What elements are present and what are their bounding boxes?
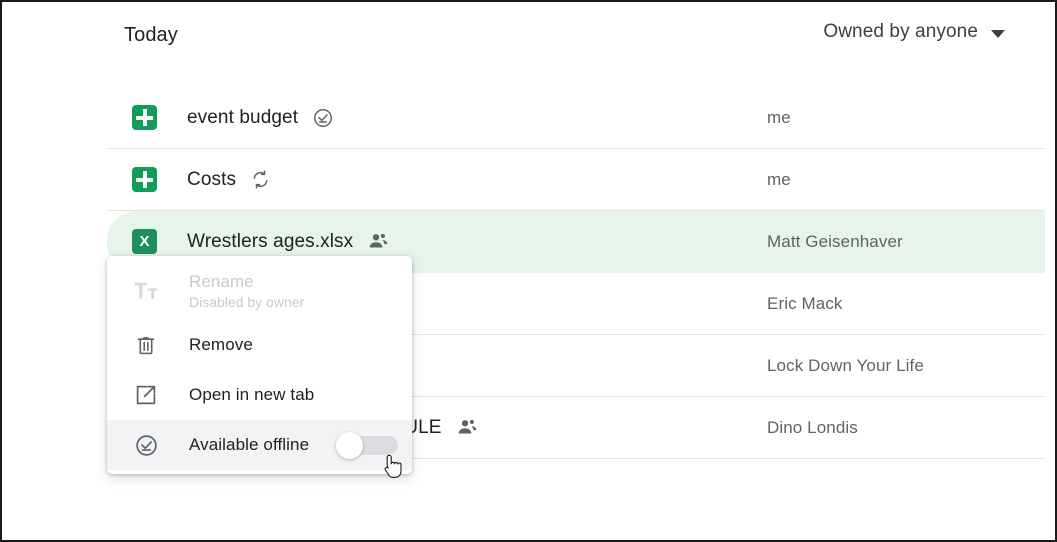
menu-item-text: Available offline xyxy=(189,435,309,455)
google-sheets-icon xyxy=(132,167,157,192)
open-in-new-tab-icon xyxy=(133,382,159,408)
menu-item-rename: Rename Disabled by owner xyxy=(107,262,412,320)
page-title: Today xyxy=(124,24,178,46)
trash-icon xyxy=(133,332,159,358)
chevron-down-icon xyxy=(991,29,1005,38)
menu-item-text: Open in new tab xyxy=(189,385,314,405)
menu-item-label: Rename xyxy=(189,271,254,291)
file-owner-label: Eric Mack xyxy=(767,293,843,313)
file-name-label: event budget xyxy=(187,106,299,128)
owner-filter-label: Owned by anyone xyxy=(823,21,978,42)
sync-icon xyxy=(250,169,271,190)
file-owner-label: me xyxy=(767,169,791,189)
file-name-cell: event budget xyxy=(107,105,767,130)
file-owner-label: Lock Down Your Life xyxy=(767,355,924,375)
file-owner-label: me xyxy=(767,107,791,127)
file-owner-label: Dino Londis xyxy=(767,417,858,437)
menu-item-label: Remove xyxy=(189,335,253,354)
context-menu: Rename Disabled by owner Remove Open in … xyxy=(107,256,412,474)
shared-people-icon xyxy=(367,230,390,253)
file-name-cell: X Wrestlers ages.xlsx xyxy=(107,229,767,254)
shared-people-icon xyxy=(456,416,479,439)
toggle-knob xyxy=(336,432,363,459)
menu-item-label: Open in new tab xyxy=(189,385,315,404)
menu-item-label: Available offline xyxy=(189,435,310,454)
list-header: Today Owned by anyone xyxy=(2,2,1055,76)
menu-item-sublabel: Disabled by owner xyxy=(189,293,305,310)
available-offline-check-icon xyxy=(312,107,334,129)
google-sheets-icon xyxy=(132,105,157,130)
table-row[interactable]: Costs me xyxy=(107,149,1045,211)
excel-icon: X xyxy=(132,229,157,254)
menu-item-remove[interactable]: Remove xyxy=(107,320,412,370)
menu-item-open-in-new-tab[interactable]: Open in new tab xyxy=(107,370,412,420)
file-name-label: Wrestlers ages.xlsx xyxy=(187,230,354,252)
available-offline-toggle[interactable] xyxy=(336,432,398,459)
menu-item-text: Rename Disabled by owner xyxy=(189,272,304,311)
drive-file-list-page: Today Owned by anyone event budget me Co… xyxy=(0,0,1057,542)
file-name-cell: Costs xyxy=(107,167,767,192)
file-name-label: Costs xyxy=(187,168,237,190)
menu-item-text: Remove xyxy=(189,335,253,355)
table-row[interactable]: event budget me xyxy=(107,87,1045,149)
owner-filter-dropdown[interactable]: Owned by anyone xyxy=(823,21,1005,43)
text-format-icon xyxy=(133,278,159,304)
menu-item-available-offline[interactable]: Available offline xyxy=(107,420,412,470)
available-offline-check-icon xyxy=(133,432,159,458)
file-owner-label: Matt Geisenhaver xyxy=(767,231,903,251)
